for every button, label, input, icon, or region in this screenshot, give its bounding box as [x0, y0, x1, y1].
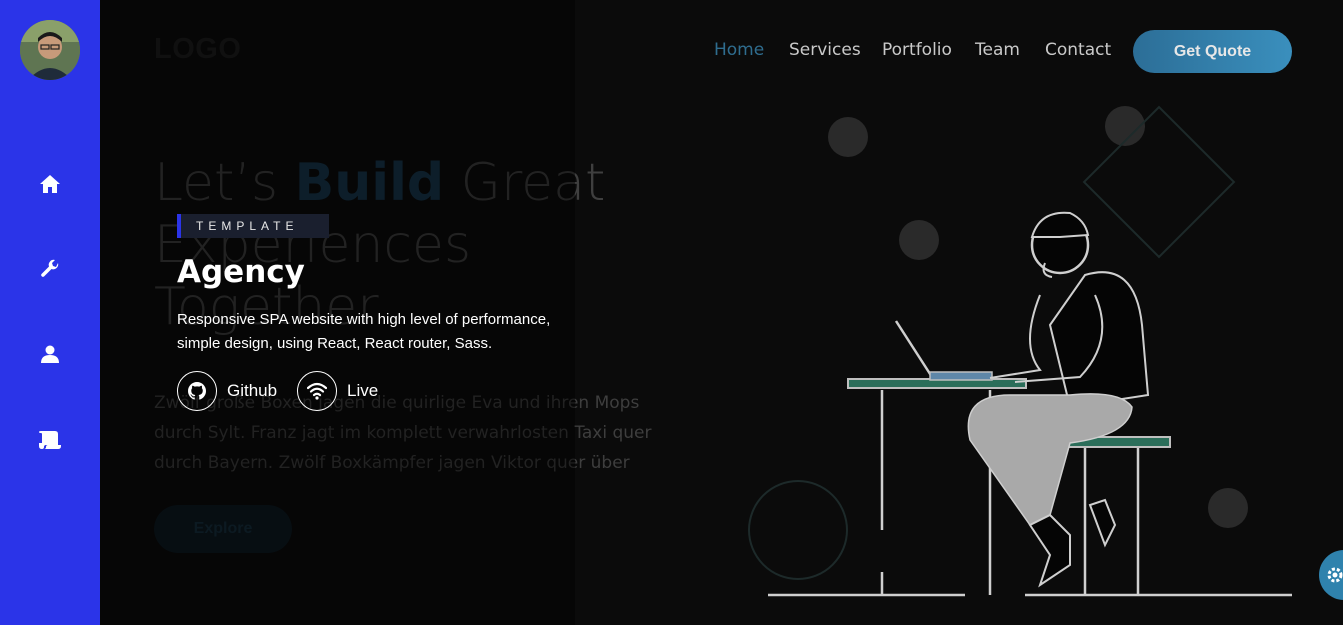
- illustration-person-laptop: [748, 105, 1292, 597]
- avatar[interactable]: [20, 20, 80, 80]
- github-icon: [177, 371, 217, 411]
- github-label: Github: [227, 381, 278, 400]
- nav-home[interactable]: Home: [714, 40, 764, 60]
- live-label: Live: [347, 381, 379, 400]
- nav-team[interactable]: Team: [975, 40, 1020, 60]
- nav-portfolio[interactable]: Portfolio: [882, 40, 952, 60]
- project-title: Agency: [177, 254, 305, 290]
- scroll-icon[interactable]: [36, 425, 64, 453]
- user-icon[interactable]: [36, 340, 64, 368]
- sidebar: [0, 0, 100, 625]
- nav-contact[interactable]: Contact: [1045, 40, 1111, 60]
- wrench-icon[interactable]: [36, 255, 64, 283]
- github-link[interactable]: Github: [177, 371, 277, 411]
- wifi-icon: [297, 371, 337, 411]
- live-link[interactable]: Live: [297, 371, 378, 411]
- nav-services[interactable]: Services: [789, 40, 861, 60]
- home-icon[interactable]: [36, 170, 64, 198]
- page: LOGO Home Services Portfolio Team Contac…: [0, 0, 1343, 625]
- template-tag: TEMPLATE: [177, 214, 329, 238]
- get-quote-button[interactable]: Get Quote: [1133, 30, 1292, 73]
- project-description: Responsive SPA website with high level o…: [177, 311, 551, 352]
- gear-icon: [1327, 567, 1343, 583]
